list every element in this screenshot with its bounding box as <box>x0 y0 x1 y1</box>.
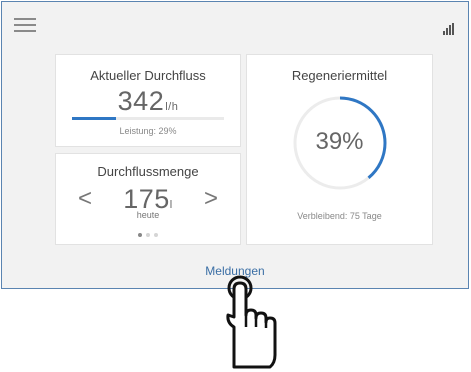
flow-unit: l/h <box>165 101 179 113</box>
page-indicator <box>56 224 240 242</box>
regenerant-title: Regeneriermittel <box>291 68 388 83</box>
power-bar-track <box>72 117 224 120</box>
flow-amount-title: Durchflussmenge <box>97 164 199 179</box>
page-dot[interactable] <box>154 233 158 237</box>
page-dot[interactable] <box>138 233 142 237</box>
regenerant-percent: 39% <box>315 128 364 155</box>
current-flow-value: 342l/h <box>56 86 240 117</box>
hamburger-menu-icon[interactable] <box>14 18 36 32</box>
flow-number: 342 <box>117 86 165 116</box>
pointing-hand-cursor-icon <box>226 275 277 369</box>
power-label: Leistung: 29% <box>119 126 177 136</box>
page-dot[interactable] <box>146 233 150 237</box>
regenerant-card[interactable]: Regeneriermittel 39% Verbleibend: 75 Tag… <box>246 54 433 245</box>
regenerant-remaining: Verbleibend: 75 Tage <box>297 211 382 221</box>
power-bar-fill <box>72 117 117 120</box>
current-flow-title: Aktueller Durchfluss <box>90 68 206 83</box>
device-screen: Aktueller Durchfluss 342l/h Leistung: 29… <box>1 1 469 289</box>
current-flow-card[interactable]: Aktueller Durchfluss 342l/h Leistung: 29… <box>55 54 241 147</box>
signal-strength-icon <box>443 23 456 35</box>
flow-amount-period: heute <box>136 210 160 220</box>
flow-amount-card[interactable]: Durchflussmenge < 175l > heute <box>55 153 241 245</box>
chevron-right-icon[interactable]: > <box>204 185 218 213</box>
